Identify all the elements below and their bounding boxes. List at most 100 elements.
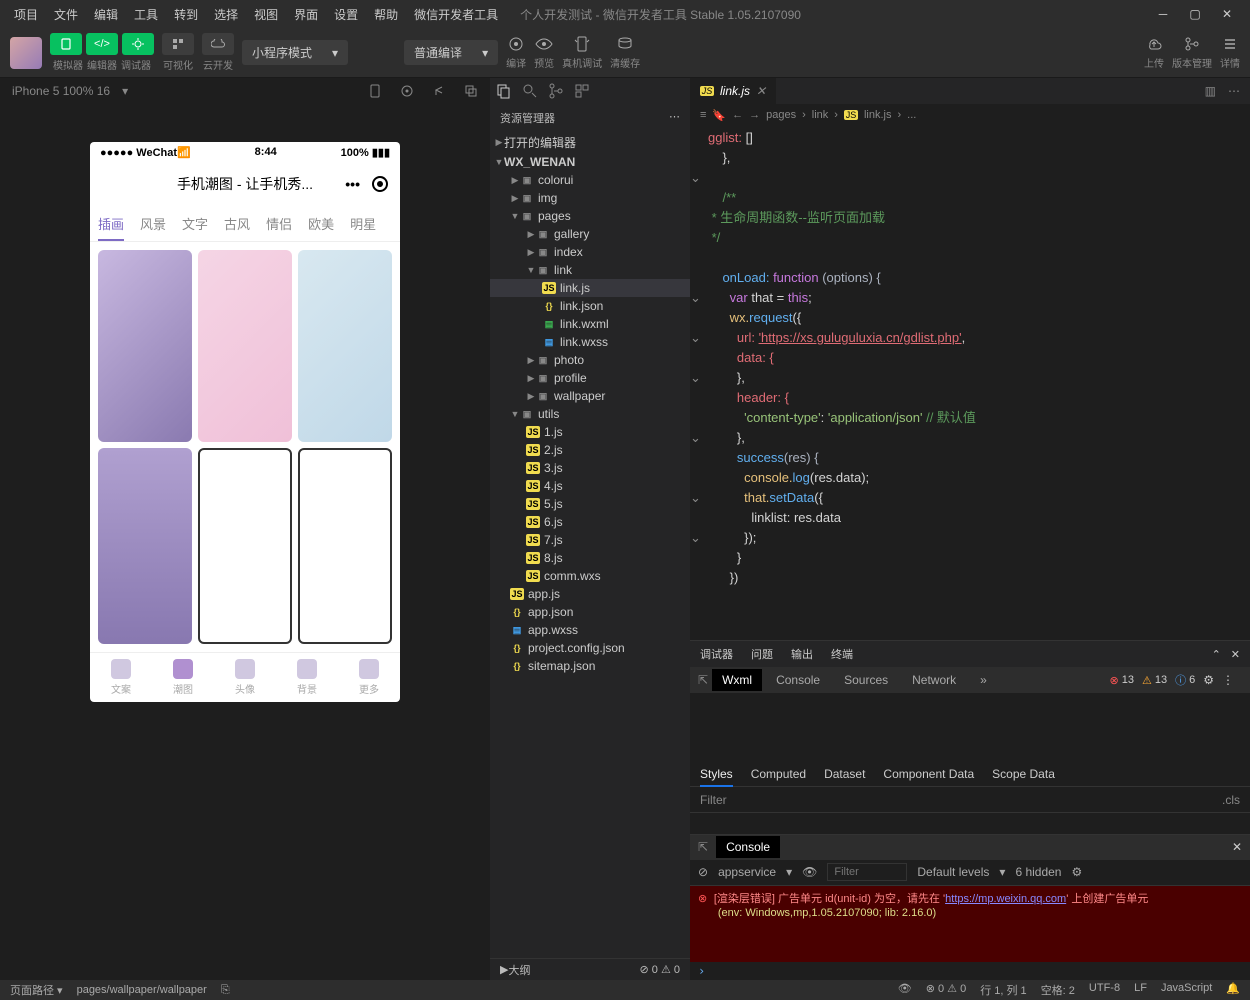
component-tab[interactable]: Component Data bbox=[883, 767, 974, 781]
tree-file[interactable]: JS3.js bbox=[490, 459, 690, 477]
detail-button[interactable]: 详情 bbox=[1220, 35, 1240, 70]
info-count[interactable]: ⓘ6 bbox=[1175, 672, 1195, 688]
close-icon[interactable]: ✕ bbox=[1231, 648, 1240, 661]
menu-dots-icon[interactable]: ••• bbox=[345, 176, 360, 192]
wallpaper-thumb[interactable] bbox=[198, 250, 292, 442]
close-tab-icon[interactable]: ✕ bbox=[756, 84, 766, 98]
category-tab[interactable]: 欧美 bbox=[308, 214, 334, 233]
mode-dropdown[interactable]: 小程序模式▾ bbox=[242, 40, 348, 65]
category-tab[interactable]: 情侣 bbox=[266, 214, 292, 233]
gear-icon[interactable]: ⚙ bbox=[1071, 865, 1082, 879]
levels-dropdown[interactable]: Default levels bbox=[917, 865, 989, 879]
more-icon[interactable]: ⋯ bbox=[1228, 84, 1240, 98]
tree-folder[interactable]: ▶▣wallpaper bbox=[490, 387, 690, 405]
menu-ui[interactable]: 界面 bbox=[288, 4, 324, 25]
tree-file[interactable]: {}link.json bbox=[490, 297, 690, 315]
styles-tab[interactable]: Styles bbox=[700, 767, 733, 787]
category-tab[interactable]: 古风 bbox=[224, 214, 250, 233]
error-count[interactable]: ⊗13 bbox=[1110, 674, 1134, 687]
code-editor[interactable]: ⌄⌄⌄⌄⌄⌄⌄ gglist: [] }, /** * 生命周期函数--监听页面… bbox=[690, 126, 1250, 640]
category-tab[interactable]: 插画 bbox=[98, 214, 124, 241]
tree-file[interactable]: JS8.js bbox=[490, 549, 690, 567]
tree-file[interactable]: {}project.config.json bbox=[490, 639, 690, 657]
menu-view[interactable]: 视图 bbox=[248, 4, 284, 25]
debug-tab[interactable]: 问题 bbox=[751, 646, 773, 662]
inspect-icon[interactable]: ⇱ bbox=[698, 840, 708, 854]
eye-icon[interactable]: 👁 bbox=[802, 865, 817, 879]
tree-file[interactable]: JS2.js bbox=[490, 441, 690, 459]
tree-file[interactable]: JS5.js bbox=[490, 495, 690, 513]
menu-wx[interactable]: 微信开发者工具 bbox=[408, 4, 504, 25]
error-link[interactable]: https://mp.weixin.qq.com bbox=[945, 893, 1066, 905]
page-path[interactable]: pages/wallpaper/wallpaper bbox=[77, 984, 207, 996]
category-tab[interactable]: 风景 bbox=[140, 214, 166, 233]
close-icon[interactable]: ✕ bbox=[1232, 840, 1242, 854]
category-tab[interactable]: 文字 bbox=[182, 214, 208, 233]
scope-tab[interactable]: Scope Data bbox=[992, 767, 1055, 781]
tree-folder[interactable]: ▶▣img bbox=[490, 189, 690, 207]
menu-setting[interactable]: 设置 bbox=[328, 4, 364, 25]
wallpaper-thumb[interactable] bbox=[298, 448, 392, 644]
compile-button[interactable]: 编译 bbox=[506, 35, 526, 70]
tabbar-item[interactable]: 潮图 bbox=[152, 653, 214, 702]
tree-file[interactable]: {}app.json bbox=[490, 603, 690, 621]
status-errors[interactable]: ⊗ 0 ⚠ 0 bbox=[926, 982, 967, 998]
device-label[interactable]: iPhone 5 100% 16 bbox=[12, 84, 110, 98]
tree-folder[interactable]: ▼▣pages bbox=[490, 207, 690, 225]
menu-file[interactable]: 文件 bbox=[48, 4, 84, 25]
tree-file[interactable]: JS4.js bbox=[490, 477, 690, 495]
dataset-tab[interactable]: Dataset bbox=[824, 767, 865, 781]
target-icon[interactable] bbox=[400, 84, 414, 98]
version-button[interactable]: 版本管理 bbox=[1172, 35, 1212, 70]
language-mode[interactable]: JavaScript bbox=[1161, 982, 1212, 998]
wallpaper-thumb[interactable] bbox=[298, 250, 392, 442]
debug-tab[interactable]: 终端 bbox=[831, 646, 853, 662]
menu-select[interactable]: 选择 bbox=[208, 4, 244, 25]
phone-icon[interactable] bbox=[368, 84, 382, 98]
tree-folder[interactable]: ▶▣colorui bbox=[490, 171, 690, 189]
simulator-button[interactable] bbox=[50, 33, 82, 55]
devtool-tab[interactable]: Network bbox=[902, 669, 966, 691]
tree-file[interactable]: ▤app.wxss bbox=[490, 621, 690, 639]
visual-button[interactable] bbox=[162, 33, 194, 55]
eol[interactable]: LF bbox=[1134, 982, 1147, 998]
cls-toggle[interactable]: .cls bbox=[1222, 793, 1240, 807]
menu-help[interactable]: 帮助 bbox=[368, 4, 404, 25]
more-icon[interactable]: ⋯ bbox=[669, 110, 680, 126]
tree-file[interactable]: JS7.js bbox=[490, 531, 690, 549]
cloud-button[interactable] bbox=[202, 33, 234, 55]
upload-button[interactable]: 上传 bbox=[1144, 35, 1164, 70]
tree-folder[interactable]: ▼▣link bbox=[490, 261, 690, 279]
tabbar-item[interactable]: 更多 bbox=[338, 653, 400, 702]
menu-project[interactable]: 项目 bbox=[8, 4, 44, 25]
tree-file[interactable]: ▤link.wxml bbox=[490, 315, 690, 333]
wallpaper-thumb[interactable] bbox=[98, 250, 192, 442]
tree-folder[interactable]: ▶▣profile bbox=[490, 369, 690, 387]
tree-folder[interactable]: ▶▣photo bbox=[490, 351, 690, 369]
tree-folder[interactable]: ▶▣index bbox=[490, 243, 690, 261]
tree-file[interactable]: JS6.js bbox=[490, 513, 690, 531]
tree-file[interactable]: {}sitemap.json bbox=[490, 657, 690, 675]
context-dropdown[interactable]: appservice bbox=[718, 865, 776, 879]
hidden-count[interactable]: 6 hidden bbox=[1015, 865, 1061, 879]
menu-goto[interactable]: 转到 bbox=[168, 4, 204, 25]
tree-file[interactable]: JS1.js bbox=[490, 423, 690, 441]
debug-tab[interactable]: 输出 bbox=[791, 646, 813, 662]
console-prompt[interactable]: › bbox=[690, 962, 1250, 980]
tree-file[interactable]: JScomm.wxs bbox=[490, 567, 690, 585]
copy-icon[interactable] bbox=[464, 84, 478, 98]
chevron-up-icon[interactable]: ⌃ bbox=[1212, 648, 1221, 661]
tabbar-item[interactable]: 文案 bbox=[90, 653, 152, 702]
tree-file[interactable]: ▤link.wxss bbox=[490, 333, 690, 351]
cursor-position[interactable]: 行 1, 列 1 bbox=[980, 982, 1026, 998]
debug-tab[interactable]: 调试器 bbox=[700, 646, 733, 662]
tree-folder[interactable]: ▼▣utils bbox=[490, 405, 690, 423]
extension-icon[interactable] bbox=[574, 83, 590, 99]
page-path-label[interactable]: 页面路径 ▾ bbox=[10, 982, 63, 998]
tree-folder[interactable]: ▶▣gallery bbox=[490, 225, 690, 243]
inspect-icon[interactable]: ⇱ bbox=[698, 673, 708, 687]
debugger-button[interactable] bbox=[122, 33, 154, 55]
search-icon[interactable] bbox=[522, 83, 538, 99]
computed-tab[interactable]: Computed bbox=[751, 767, 806, 781]
bell-icon[interactable]: 🔔 bbox=[1226, 982, 1240, 998]
